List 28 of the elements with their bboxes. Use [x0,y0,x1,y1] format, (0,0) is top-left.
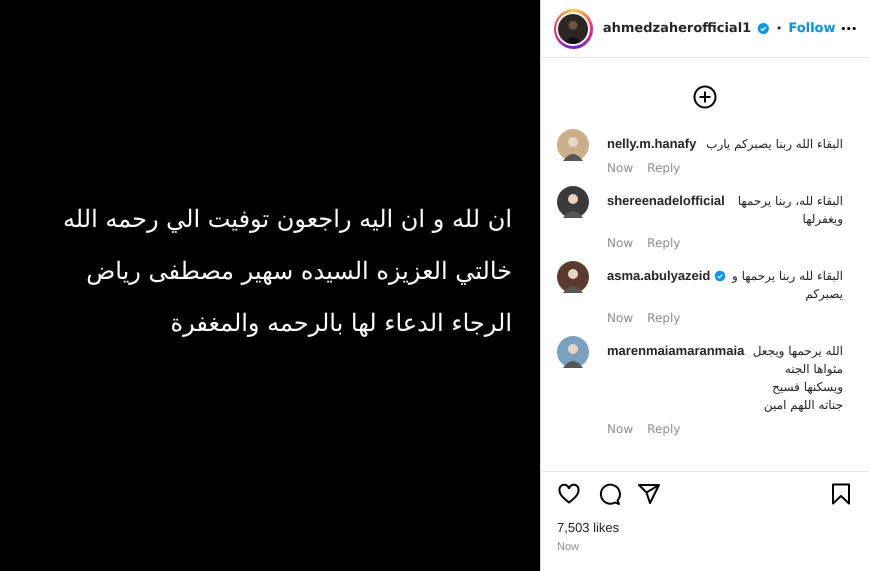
comment-text: البقاء لله ربنا يرحمها و يصبركم [730,268,843,303]
username-link[interactable]: ahmedzaherofficial1 [602,21,752,36]
separator-dot: • [776,22,782,35]
add-icon[interactable] [693,85,717,109]
comment-text: البقاء لله، ربنا يرحمها ويغفرلها [736,193,843,228]
bookmark-icon[interactable] [829,482,853,506]
commenter-avatar[interactable] [557,261,589,293]
profile-avatar[interactable] [554,8,593,48]
more-options-icon[interactable] [841,26,858,31]
comment-time: Now [607,236,634,250]
comment-username[interactable]: asma.abulyazeid [607,267,710,285]
post-image-text: ان لله و ان اليه راجعون توفيت الي رحمه الله خالتي العزيزه السيده سهير مصطفى رياض الرجاء الدعاء لها بالرحمه والمغفرة [62,204,512,339]
comment-username[interactable]: nelly.m.hanafy [607,135,696,153]
comment-time: Now [607,422,634,436]
like-heart-icon[interactable] [557,482,581,506]
comment-icon[interactable] [597,482,621,506]
post-time: Now [557,541,580,553]
comment-username[interactable]: shereenadelofficial [607,192,725,210]
comment-username[interactable]: marenmaiamaranmaia [607,342,744,360]
comment-time: Now [607,311,634,325]
commenter-avatar[interactable] [557,186,589,218]
commenter-avatar[interactable] [557,336,589,368]
commenter-avatar[interactable] [557,129,589,161]
likes-count[interactable]: 7,503 likes [557,520,853,535]
comment-text: البقاء الله ربنا يصبركم يارب [705,136,843,153]
share-icon[interactable] [637,482,661,506]
comment-time: Now [607,161,634,175]
comment-text: الله يرحمها ويجعل مثواها الجنه ويسكنها فسيح جناته اللهم امين [752,343,843,414]
